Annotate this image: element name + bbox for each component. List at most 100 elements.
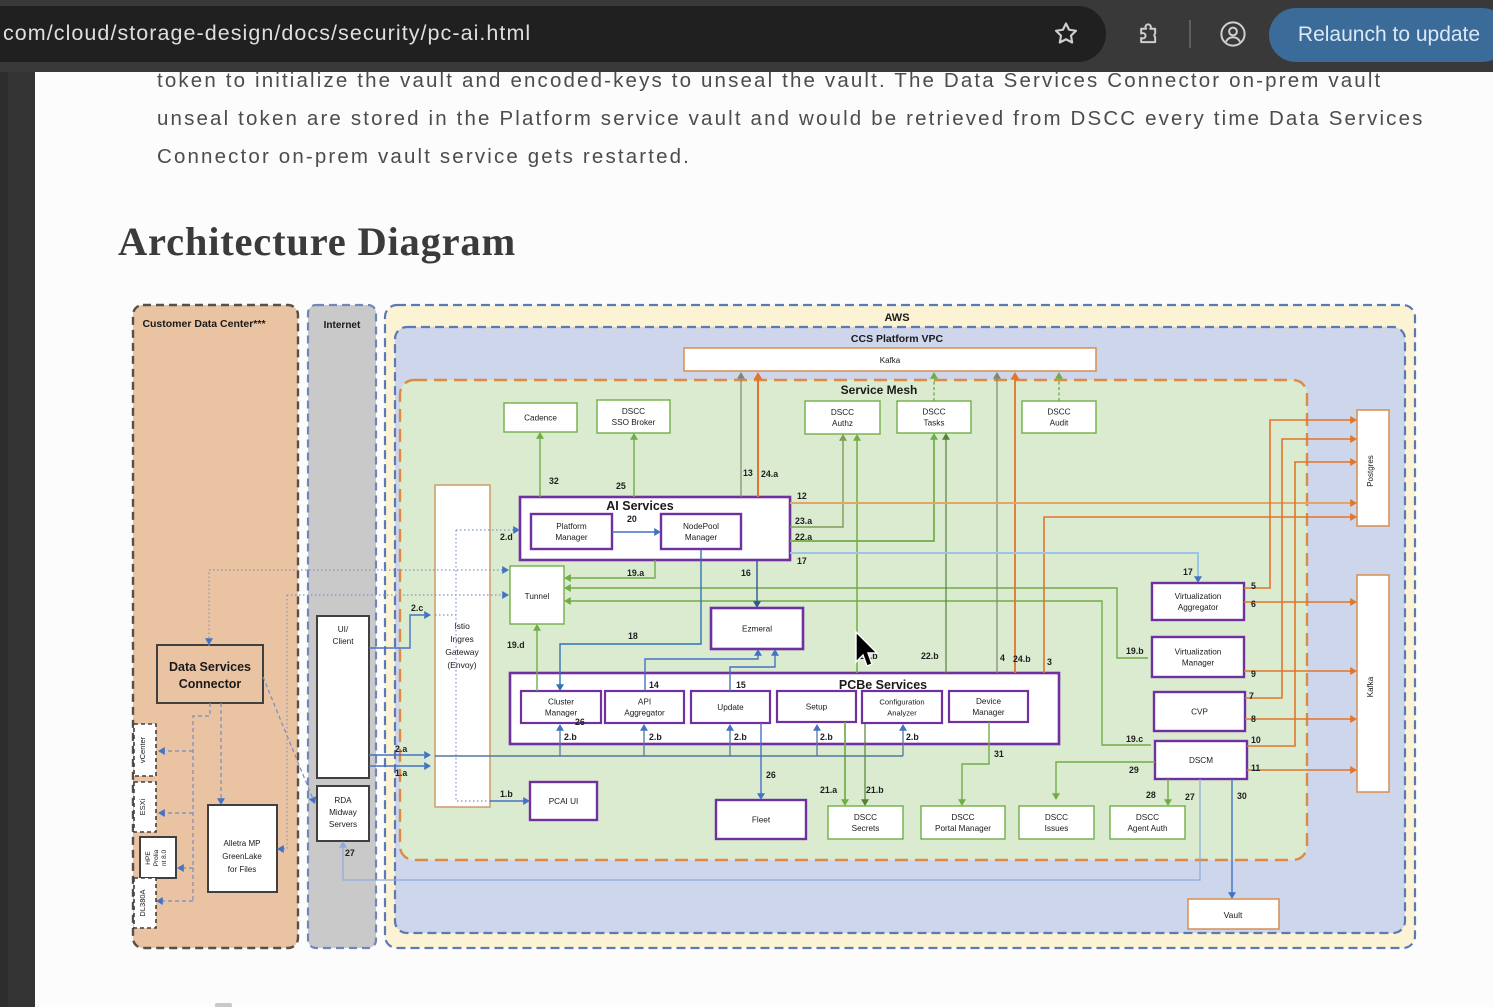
svg-text:9: 9 <box>1251 669 1256 679</box>
svg-text:Virtualization: Virtualization <box>1175 648 1222 657</box>
svg-text:19.b: 19.b <box>1126 646 1144 656</box>
svg-text:2.c: 2.c <box>411 603 423 613</box>
svg-text:UI/: UI/ <box>338 625 349 634</box>
svg-text:22.a: 22.a <box>795 532 812 542</box>
svg-text:DSCC: DSCC <box>622 407 645 416</box>
svg-text:GreenLake: GreenLake <box>222 852 262 861</box>
svg-text:Manager: Manager <box>545 709 578 718</box>
svg-text:Secrets: Secrets <box>852 824 880 833</box>
svg-text:17: 17 <box>797 556 807 566</box>
svg-text:16: 16 <box>741 568 751 578</box>
svg-text:12: 12 <box>797 491 807 501</box>
svg-text:Kafka: Kafka <box>1366 676 1375 697</box>
svg-text:1.b: 1.b <box>500 789 513 799</box>
svg-text:(Envoy): (Envoy) <box>447 660 476 670</box>
svg-text:29: 29 <box>1129 765 1139 775</box>
svg-text:Setup: Setup <box>806 703 828 712</box>
svg-text:DSCC: DSCC <box>922 408 945 417</box>
svg-text:27: 27 <box>1185 792 1195 802</box>
svg-text:Midway: Midway <box>329 808 358 817</box>
svg-text:27: 27 <box>345 848 355 858</box>
svg-text:Prolia: Prolia <box>153 849 160 866</box>
svg-text:18: 18 <box>628 631 638 641</box>
svg-text:DSCC: DSCC <box>1045 813 1068 822</box>
svg-text:vCenter: vCenter <box>138 736 147 763</box>
svg-text:Customer Data Center***: Customer Data Center*** <box>142 318 266 330</box>
svg-text:Manager: Manager <box>555 533 588 542</box>
svg-text:24.a: 24.a <box>761 469 778 479</box>
svg-text:CVP: CVP <box>1191 708 1208 717</box>
svg-text:Client: Client <box>333 637 355 646</box>
svg-text:ESXi: ESXi <box>138 798 147 815</box>
svg-text:Service Mesh: Service Mesh <box>841 383 918 397</box>
svg-text:API: API <box>638 698 651 707</box>
svg-text:19.d: 19.d <box>507 640 525 650</box>
svg-text:2.a: 2.a <box>395 744 407 754</box>
svg-text:32: 32 <box>549 476 559 486</box>
svg-text:28: 28 <box>1146 790 1156 800</box>
svg-text:Analyzer: Analyzer <box>887 709 917 718</box>
svg-text:Authz: Authz <box>832 419 853 428</box>
svg-text:8: 8 <box>1251 714 1256 724</box>
svg-text:6: 6 <box>1251 599 1256 609</box>
svg-text:24.b: 24.b <box>1013 654 1031 664</box>
svg-text:2.b: 2.b <box>820 732 833 742</box>
svg-text:Virtualization: Virtualization <box>1175 592 1222 601</box>
svg-text:Configuration: Configuration <box>879 698 924 707</box>
svg-text:Update: Update <box>717 703 744 712</box>
svg-text:RDA: RDA <box>334 796 352 805</box>
svg-text:Portal Manager: Portal Manager <box>935 824 991 833</box>
svg-text:13: 13 <box>743 468 753 478</box>
svg-text:Kafka: Kafka <box>880 356 901 365</box>
svg-text:AI Services: AI Services <box>606 499 673 513</box>
svg-text:5: 5 <box>1251 581 1256 591</box>
svg-text:PCAI UI: PCAI UI <box>549 797 579 806</box>
svg-text:Device: Device <box>976 697 1001 706</box>
svg-text:nt 8.0: nt 8.0 <box>161 849 168 866</box>
svg-text:Platform: Platform <box>556 522 587 531</box>
svg-text:2.b: 2.b <box>564 732 577 742</box>
svg-text:Aggregator: Aggregator <box>624 709 665 718</box>
svg-text:22.b: 22.b <box>921 651 939 661</box>
svg-text:Alletra MP: Alletra MP <box>224 839 261 848</box>
svg-text:for Files: for Files <box>228 865 256 874</box>
svg-text:26: 26 <box>575 717 585 727</box>
svg-text:23.a: 23.a <box>795 516 812 526</box>
svg-text:CCS Platform VPC: CCS Platform VPC <box>851 333 944 345</box>
svg-text:Data Services: Data Services <box>169 660 251 674</box>
svg-text:Manager: Manager <box>685 533 718 542</box>
svg-text:DSCC: DSCC <box>1047 408 1070 417</box>
svg-text:15: 15 <box>736 680 746 690</box>
svg-text:Agent Auth: Agent Auth <box>1127 824 1168 833</box>
svg-text:14: 14 <box>649 680 659 690</box>
svg-text:Tunnel: Tunnel <box>525 592 550 601</box>
svg-text:Issues: Issues <box>1045 824 1069 833</box>
svg-text:Audit: Audit <box>1050 419 1069 428</box>
svg-text:19.c: 19.c <box>1126 734 1143 744</box>
svg-text:Aggregator: Aggregator <box>1178 603 1219 612</box>
svg-text:Cluster: Cluster <box>548 698 574 707</box>
svg-text:Ezmeral: Ezmeral <box>742 625 772 634</box>
svg-text:DSCM: DSCM <box>1189 756 1213 765</box>
svg-text:2.b: 2.b <box>906 732 919 742</box>
svg-text:SSO Broker: SSO Broker <box>612 418 656 427</box>
svg-text:Manager: Manager <box>1182 659 1215 668</box>
svg-text:3: 3 <box>1047 657 1052 667</box>
svg-text:Tasks: Tasks <box>924 419 945 428</box>
svg-text:10: 10 <box>1251 735 1261 745</box>
svg-text:19.a: 19.a <box>627 568 644 578</box>
svg-text:DSCC: DSCC <box>1136 813 1159 822</box>
svg-text:17: 17 <box>1183 567 1193 577</box>
svg-text:DSCC: DSCC <box>854 813 877 822</box>
svg-text:Servers: Servers <box>329 820 357 829</box>
svg-text:25: 25 <box>616 481 626 491</box>
svg-text:31: 31 <box>994 749 1004 759</box>
svg-text:NodePool: NodePool <box>683 522 719 531</box>
svg-text:DSCC: DSCC <box>831 408 854 417</box>
svg-text:Manager: Manager <box>972 708 1005 717</box>
svg-text:2.d: 2.d <box>500 532 513 542</box>
svg-text:Postgres: Postgres <box>1366 455 1375 487</box>
svg-text:Ingres: Ingres <box>450 634 474 644</box>
svg-text:DL380A: DL380A <box>138 889 147 916</box>
svg-text:Fleet: Fleet <box>752 816 771 825</box>
